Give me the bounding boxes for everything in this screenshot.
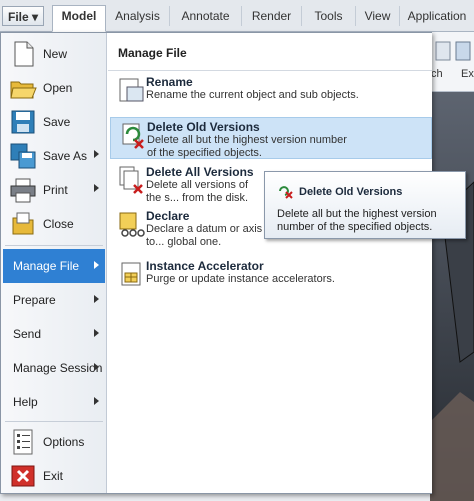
tooltip-title: Delete Old Versions	[299, 186, 403, 198]
menu-item-save[interactable]: Save	[3, 105, 105, 139]
tab-model[interactable]: Model	[52, 5, 106, 32]
ribbon-tool-icon	[435, 41, 471, 61]
submenu-arrow-icon	[94, 295, 99, 303]
new-document-icon	[14, 41, 34, 67]
open-folder-icon	[10, 81, 37, 99]
menu-item-manage-session[interactable]: Manage Session	[3, 351, 105, 385]
menu-item-manage-file[interactable]: Manage File	[3, 249, 105, 283]
menu-item-new[interactable]: New	[3, 37, 105, 71]
rename-icon	[119, 78, 144, 102]
menu-item-open[interactable]: Open	[3, 71, 105, 105]
ribbon-tab-bar: File ▾ Model Analysis Annotate Render To…	[0, 0, 474, 32]
tab-annotate[interactable]: Annotate	[170, 6, 242, 26]
tooltip: Delete Old Versions Delete all but the h…	[264, 171, 466, 239]
manage-file-panel: Manage File Rename Rename the current ob…	[108, 33, 432, 493]
tooltip-description: Delete all but the highest version numbe…	[277, 208, 437, 233]
ribbon-partial-label-1: ch	[431, 68, 443, 80]
command-instance-accelerator[interactable]: Instance Accelerator Purge or update ins…	[110, 257, 432, 293]
menu-item-close[interactable]: Close	[3, 207, 105, 241]
file-menu-commands: New Open Save Save As Print Close Manage…	[1, 33, 107, 493]
menu-separator	[5, 421, 103, 422]
tab-render[interactable]: Render	[242, 6, 302, 26]
panel-title: Manage File	[118, 46, 187, 60]
submenu-arrow-icon	[94, 329, 99, 337]
submenu-arrow-icon	[94, 397, 99, 405]
declare-icon	[119, 212, 145, 237]
command-rename[interactable]: Rename Rename the current object and sub…	[110, 73, 432, 109]
submenu-arrow-icon	[94, 150, 99, 158]
save-disk-icon	[11, 110, 35, 134]
exit-icon	[11, 465, 35, 487]
submenu-arrow-icon	[94, 184, 99, 192]
menu-item-print[interactable]: Print	[3, 173, 105, 207]
delete-all-versions-icon	[119, 166, 143, 194]
submenu-arrow-icon	[94, 363, 99, 371]
menu-separator	[5, 245, 103, 246]
file-menu: New Open Save Save As Print Close Manage…	[0, 32, 432, 494]
menu-item-save-as[interactable]: Save As	[3, 139, 105, 173]
save-as-icon	[10, 143, 36, 169]
menu-item-help[interactable]: Help	[3, 385, 105, 419]
ribbon-panel	[430, 32, 474, 92]
printer-icon	[10, 178, 36, 203]
panel-header: Manage File	[108, 33, 432, 71]
tab-application[interactable]: Application	[400, 6, 474, 26]
delete-old-versions-icon	[122, 123, 144, 149]
tab-view[interactable]: View	[356, 6, 400, 26]
graphics-canvas[interactable]	[430, 92, 474, 501]
options-icon	[13, 429, 33, 455]
menu-item-prepare[interactable]: Prepare	[3, 283, 105, 317]
tab-tools[interactable]: Tools	[302, 6, 356, 26]
submenu-arrow-icon	[94, 261, 99, 269]
menu-item-send[interactable]: Send	[3, 317, 105, 351]
close-document-icon	[12, 212, 34, 235]
model-geometry	[430, 181, 474, 501]
command-delete-old-versions[interactable]: Delete Old Versions Delete all but the h…	[110, 117, 432, 159]
menu-item-exit[interactable]: Exit	[3, 459, 105, 493]
tab-analysis[interactable]: Analysis	[106, 6, 170, 26]
menu-item-options[interactable]: Options	[3, 425, 105, 459]
tab-file[interactable]: File ▾	[2, 6, 44, 26]
instance-accelerator-icon	[121, 262, 141, 286]
delete-old-versions-icon	[279, 186, 293, 199]
ribbon-partial-label-2: Ex	[461, 68, 474, 80]
